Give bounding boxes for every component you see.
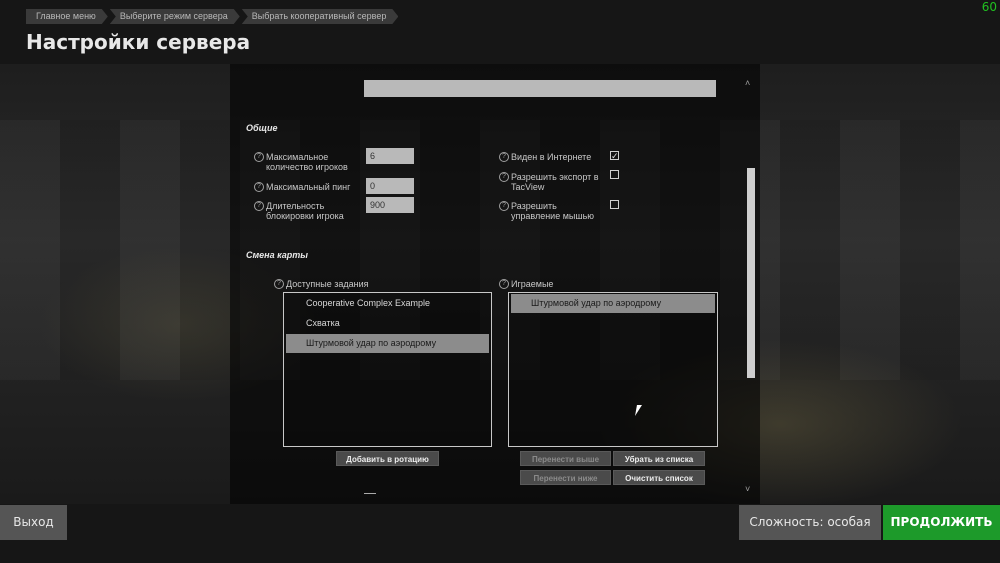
max-players-label: Максимальное количество игроков <box>266 152 348 172</box>
breadcrumb-coop-server[interactable]: Выбрать кооперативный сервер <box>242 9 399 24</box>
continue-button[interactable]: ПРОДОЛЖИТЬ <box>883 505 1000 540</box>
mouse-control-checkbox[interactable] <box>610 200 619 209</box>
max-ping-input[interactable]: 0 <box>366 178 414 194</box>
remove-from-list-button[interactable]: Убрать из списка <box>613 451 705 466</box>
scroll-up-icon[interactable]: ˄ <box>745 78 750 88</box>
ban-duration-label: Длительность блокировки игрока <box>266 201 344 221</box>
available-missions-list[interactable]: Cooperative Complex Example Схватка Штур… <box>283 292 492 447</box>
breadcrumb-main-menu[interactable]: Главное меню <box>26 9 108 24</box>
server-name-input[interactable] <box>364 80 716 97</box>
help-icon[interactable]: ? <box>499 279 509 289</box>
fps-counter: 60 <box>981 0 997 14</box>
list-item[interactable]: Схватка <box>286 314 489 333</box>
scrollbar-thumb[interactable] <box>747 168 755 378</box>
list-item[interactable]: Штурмовой удар по аэродрому <box>511 294 715 313</box>
page-title: Настройки сервера <box>26 30 251 54</box>
exit-button[interactable]: Выход <box>0 505 67 540</box>
max-ping-label: Максимальный пинг <box>266 182 351 192</box>
tacview-label: Разрешить экспорт в TacView <box>511 172 599 192</box>
ban-duration-input[interactable]: 900 <box>366 197 414 213</box>
playing-missions-label: Играемые <box>511 279 554 289</box>
list-item[interactable]: Штурмовой удар по аэродрому <box>286 334 489 353</box>
visible-internet-checkbox[interactable]: ✓ <box>610 151 619 161</box>
clear-list-button[interactable]: Очистить список <box>613 470 705 485</box>
mouse-control-label: Разрешить управление мышью <box>511 201 595 221</box>
help-icon[interactable]: ? <box>274 279 284 289</box>
general-section-title: Общие <box>246 123 278 133</box>
max-players-input[interactable]: 6 <box>366 148 414 164</box>
move-down-button[interactable]: Перенести ниже <box>520 470 611 485</box>
tacview-checkbox[interactable] <box>610 170 619 179</box>
list-item[interactable]: Cooperative Complex Example <box>286 294 489 313</box>
map-change-section-title: Смена карты <box>246 250 308 260</box>
divider <box>364 493 376 494</box>
breadcrumb-server-mode[interactable]: Выберите режим сервера <box>110 9 240 24</box>
visible-internet-label: Виден в Интернете <box>511 152 592 162</box>
difficulty-button[interactable]: Сложность: особая <box>739 505 881 540</box>
help-icon[interactable]: ? <box>254 152 264 162</box>
playing-missions-list[interactable]: Штурмовой удар по аэродрому <box>508 292 718 447</box>
help-icon[interactable]: ? <box>254 201 264 211</box>
move-up-button[interactable]: Перенести выше <box>520 451 611 466</box>
breadcrumb: Главное меню Выберите режим сервера Выбр… <box>26 9 400 24</box>
available-missions-label: Доступные задания <box>286 279 369 289</box>
help-icon[interactable]: ? <box>499 201 509 211</box>
help-icon[interactable]: ? <box>499 152 509 162</box>
scroll-down-icon[interactable]: ˅ <box>745 484 750 494</box>
help-icon[interactable]: ? <box>254 182 264 192</box>
add-to-rotation-button[interactable]: Добавить в ротацию <box>336 451 439 466</box>
help-icon[interactable]: ? <box>499 172 509 182</box>
